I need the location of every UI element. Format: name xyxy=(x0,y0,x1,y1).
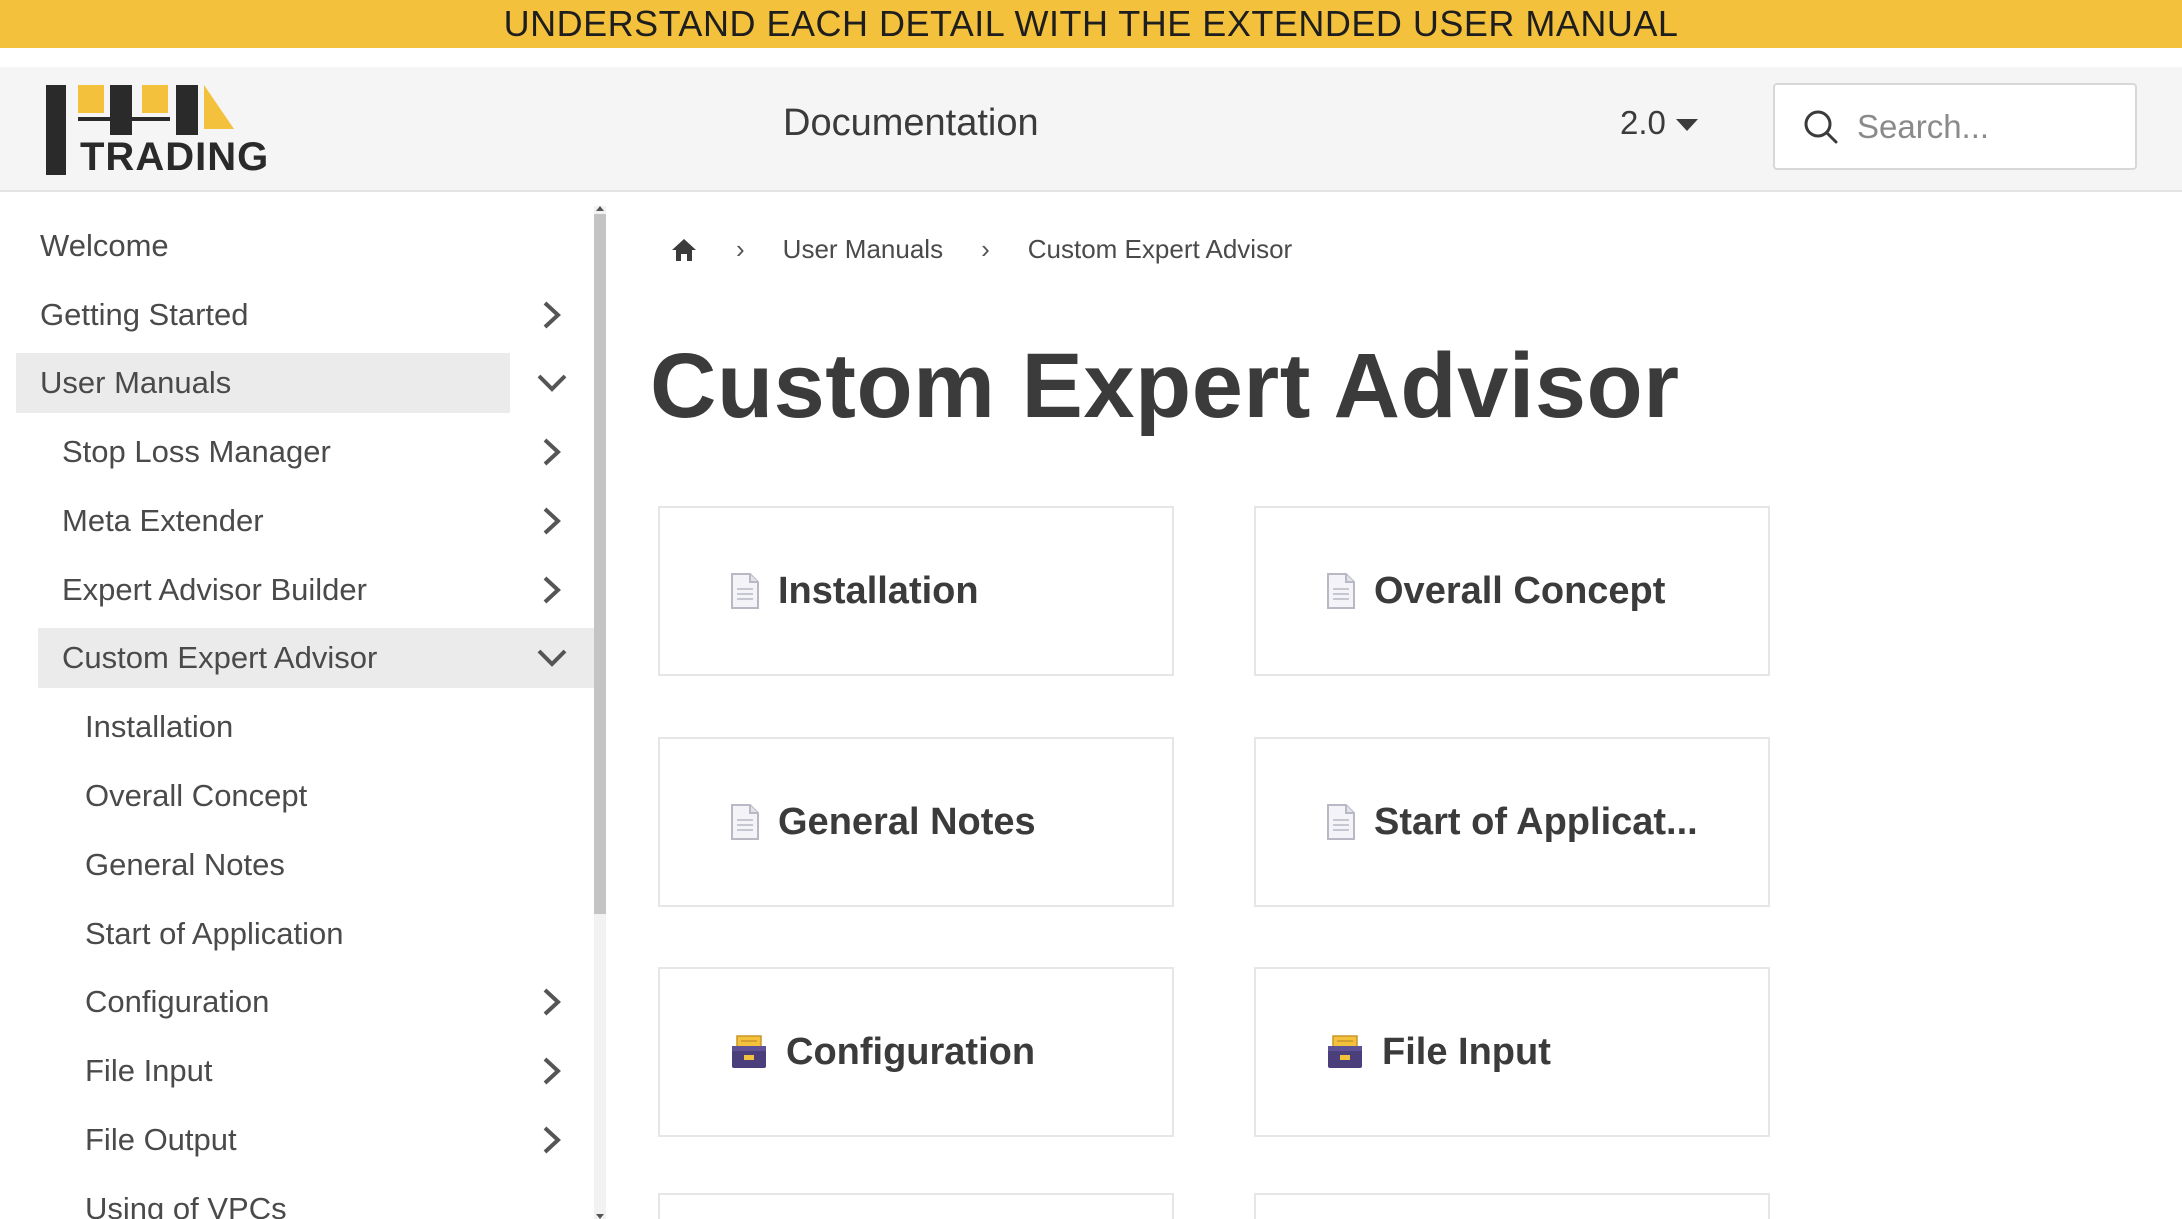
sidebar-item-label: Overall Concept xyxy=(85,778,308,813)
card-label: Overall Concept xyxy=(1374,569,1666,612)
sidebar-nav: Welcome Getting Started User Manuals Sto… xyxy=(0,194,608,1219)
card-installation[interactable]: Installation xyxy=(658,506,1174,676)
card-partial[interactable] xyxy=(658,1193,1174,1219)
card-configuration[interactable]: Configuration xyxy=(658,967,1174,1137)
scroll-up-arrow-icon[interactable] xyxy=(596,206,604,211)
sidebar-item-label: Configuration xyxy=(85,984,270,1019)
promo-banner-text: UNDERSTAND EACH DETAIL WITH THE EXTENDED… xyxy=(503,3,1679,44)
sidebar-item-configuration[interactable]: Configuration xyxy=(62,972,522,1032)
main-content: › User Manuals › Custom Expert Advisor C… xyxy=(608,194,2182,1219)
card-start-of-application[interactable]: Start of Applicat... xyxy=(1254,737,1770,907)
page-title: Custom Expert Advisor xyxy=(650,335,1680,437)
sidebar-item-expert-advisor-builder[interactable]: Expert Advisor Builder xyxy=(38,560,518,620)
sidebar-item-label: General Notes xyxy=(85,847,285,882)
scrollbar-thumb[interactable] xyxy=(594,214,606,914)
card-file-box-icon xyxy=(732,1035,766,1068)
card-label: Configuration xyxy=(786,1030,1036,1073)
version-dropdown[interactable]: 2.0 xyxy=(1620,104,1698,142)
sidebar-item-label: File Input xyxy=(85,1053,213,1088)
sidebar-item-installation[interactable]: Installation xyxy=(62,697,522,757)
version-value: 2.0 xyxy=(1620,104,1666,141)
document-icon xyxy=(1327,573,1355,609)
sidebar-item-file-output[interactable]: File Output xyxy=(62,1110,522,1170)
nav-documentation-link[interactable]: Documentation xyxy=(783,102,1039,145)
sidebar-item-overall-concept[interactable]: Overall Concept xyxy=(62,766,522,826)
breadcrumb-separator-icon: › xyxy=(736,234,745,264)
card-partial[interactable] xyxy=(1254,1193,1770,1219)
chevron-right-icon[interactable] xyxy=(532,295,572,335)
sidebar-item-label: Start of Application xyxy=(85,916,344,951)
sidebar-item-getting-started[interactable]: Getting Started xyxy=(16,285,516,345)
breadcrumb-user-manuals[interactable]: User Manuals xyxy=(783,234,943,265)
chevron-down-icon[interactable] xyxy=(532,638,572,678)
card-label: File Input xyxy=(1382,1030,1551,1073)
chevron-right-icon[interactable] xyxy=(532,432,572,472)
document-icon xyxy=(731,573,759,609)
logo-wordmark: TRADING xyxy=(80,135,270,179)
sidebar-item-label: Custom Expert Advisor xyxy=(62,640,378,675)
card-label: General Notes xyxy=(778,800,1036,843)
chevron-right-icon[interactable] xyxy=(532,1051,572,1091)
search-box[interactable] xyxy=(1773,83,2137,170)
caret-down-icon xyxy=(1675,119,1698,131)
sidebar-scrollbar[interactable] xyxy=(594,206,606,1219)
sidebar-item-label: Expert Advisor Builder xyxy=(62,572,367,607)
search-input[interactable] xyxy=(1857,107,2127,146)
sidebar-item-custom-expert-advisor[interactable]: Custom Expert Advisor xyxy=(38,628,594,688)
sidebar-item-using-of-vpcs[interactable]: Using of VPCs xyxy=(62,1179,522,1219)
chevron-right-icon[interactable] xyxy=(532,1120,572,1160)
card-file-input[interactable]: File Input xyxy=(1254,967,1770,1137)
chevron-down-icon[interactable] xyxy=(532,363,572,403)
breadcrumb-separator-icon: › xyxy=(981,234,990,264)
promo-banner[interactable]: UNDERSTAND EACH DETAIL WITH THE EXTENDED… xyxy=(0,0,2182,48)
breadcrumb-current: Custom Expert Advisor xyxy=(1027,234,1293,264)
sidebar-item-label: Stop Loss Manager xyxy=(62,434,331,469)
sidebar-item-stop-loss-manager[interactable]: Stop Loss Manager xyxy=(38,422,518,482)
chevron-right-icon[interactable] xyxy=(532,982,572,1022)
document-icon xyxy=(731,804,759,840)
sidebar-item-general-notes[interactable]: General Notes xyxy=(62,835,522,895)
site-logo[interactable]: TRADING xyxy=(44,77,268,181)
search-icon xyxy=(1804,110,1838,143)
sidebar-item-user-manuals[interactable]: User Manuals xyxy=(16,353,510,413)
top-navbar: TRADING Documentation 2.0 xyxy=(0,67,2182,192)
document-icon xyxy=(1327,804,1355,840)
sidebar-item-label: File Output xyxy=(85,1122,237,1157)
sidebar-item-label: Meta Extender xyxy=(62,503,264,538)
card-general-notes[interactable]: General Notes xyxy=(658,737,1174,907)
home-icon[interactable] xyxy=(670,237,698,263)
sidebar-item-label: Installation xyxy=(85,709,234,744)
scroll-down-arrow-icon[interactable] xyxy=(596,1214,604,1219)
sidebar-item-label: Welcome xyxy=(40,228,169,263)
sidebar-item-label: Getting Started xyxy=(40,297,249,332)
sidebar-item-label: User Manuals xyxy=(40,365,232,400)
sidebar-item-file-input[interactable]: File Input xyxy=(62,1041,522,1101)
chevron-right-icon[interactable] xyxy=(532,501,572,541)
card-label: Start of Applicat... xyxy=(1374,800,1698,843)
sidebar-item-start-of-application[interactable]: Start of Application xyxy=(62,904,522,964)
card-label: Installation xyxy=(778,569,979,612)
sidebar-item-label: Using of VPCs xyxy=(85,1191,287,1219)
sidebar-item-welcome[interactable]: Welcome xyxy=(16,216,516,276)
breadcrumb: › User Manuals › Custom Expert Advisor xyxy=(670,234,1292,265)
card-file-box-icon xyxy=(1328,1035,1362,1068)
card-overall-concept[interactable]: Overall Concept xyxy=(1254,506,1770,676)
chevron-right-icon[interactable] xyxy=(532,570,572,610)
sidebar-item-meta-extender[interactable]: Meta Extender xyxy=(38,491,518,551)
